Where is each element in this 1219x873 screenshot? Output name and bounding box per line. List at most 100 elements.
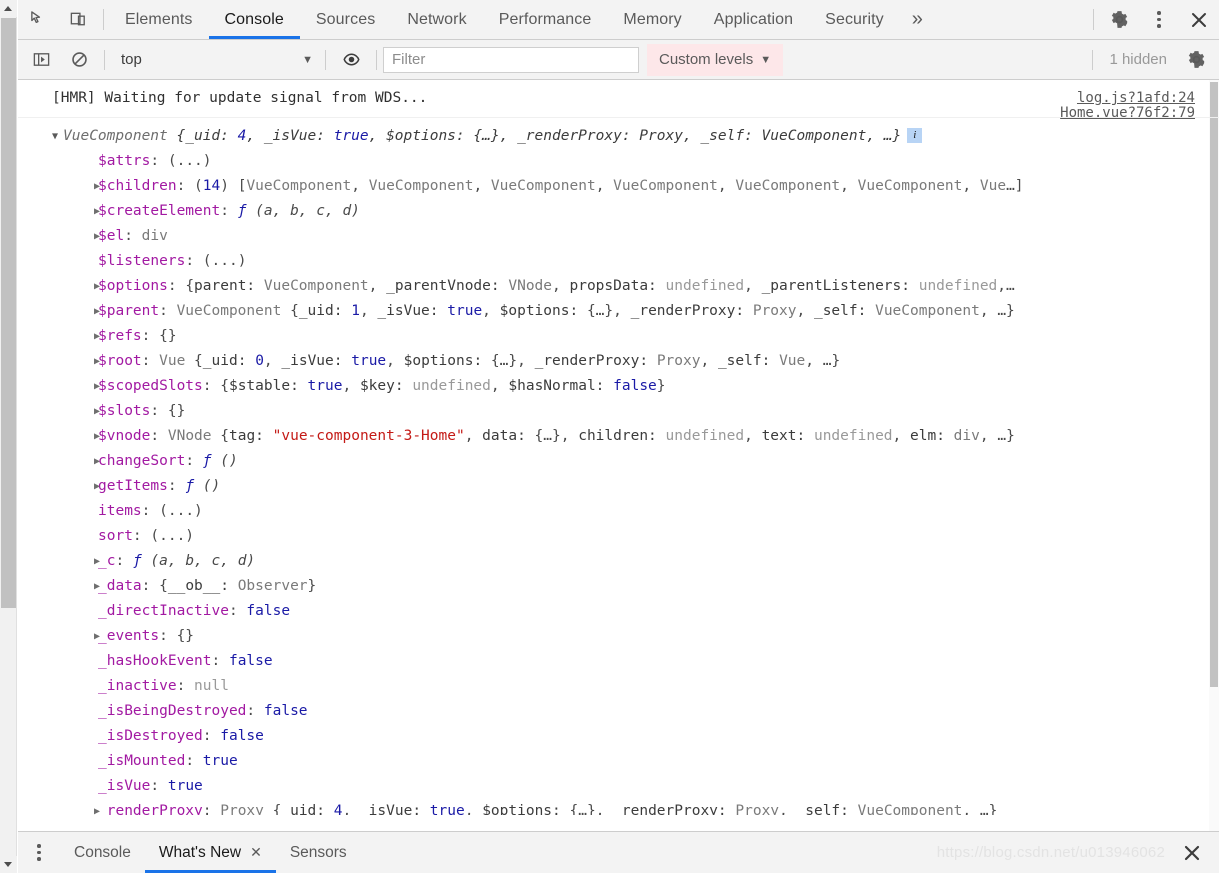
console-settings-gear-icon[interactable]	[1177, 41, 1215, 79]
property-row-c[interactable]: ▶ _c: ƒ (a, b, c, d)	[18, 549, 1219, 574]
property-colon: :	[167, 478, 186, 494]
live-expression-icon[interactable]	[332, 41, 370, 79]
expand-arrow-icon[interactable]: ▶	[94, 349, 105, 374]
tab-network[interactable]: Network	[391, 0, 482, 39]
watermark-text: https://blog.csdn.net/u013946062	[936, 844, 1165, 861]
page-scrollbar-down-arrow[interactable]	[0, 856, 17, 873]
expand-arrow-icon[interactable]: ▶	[94, 399, 105, 424]
hidden-messages-count[interactable]: 1 hidden	[1099, 51, 1177, 68]
expand-arrow-icon[interactable]: ▶	[94, 449, 105, 474]
property-name: getItems	[98, 478, 168, 494]
property-colon: :	[141, 503, 160, 519]
property-row-scopedSlots[interactable]: ▶ $scopedSlots: {$stable: true, $key: und…	[18, 374, 1219, 399]
property-row-el[interactable]: ▶ $el: div	[18, 224, 1219, 249]
drawer-tab-whats-new[interactable]: What's New ✕	[144, 832, 276, 873]
expand-arrow-icon[interactable]: ▶	[94, 224, 105, 249]
object-constructor-name: VueComponent	[63, 128, 168, 144]
expand-arrow-icon[interactable]: ▶	[94, 549, 105, 574]
expand-arrow-icon[interactable]: ▶	[94, 799, 105, 815]
expand-arrow-icon[interactable]: ▶	[94, 174, 105, 199]
tab-performance[interactable]: Performance	[483, 0, 608, 39]
tab-console[interactable]: Console	[208, 0, 301, 39]
hdr-v2: {…}	[473, 128, 500, 144]
expand-arrow-icon[interactable]: ▶	[94, 474, 105, 499]
property-row-slots[interactable]: ▶ $slots: {}	[18, 399, 1219, 424]
property-row-hasHookEvent[interactable]: ▶_hasHookEvent: false	[18, 649, 1219, 674]
console-sidebar-icon[interactable]	[22, 41, 60, 79]
console-message-list[interactable]: [HMR] Waiting for update signal from WDS…	[18, 80, 1219, 831]
property-colon: :	[220, 203, 238, 219]
expand-arrow-icon[interactable]: ▼	[52, 124, 63, 149]
kebab-menu-icon[interactable]	[1139, 0, 1179, 39]
expand-arrow-icon[interactable]: ▶	[94, 299, 105, 324]
object-header-row[interactable]: Home.vue?76f2:79 ▼ VueComponent {_uid: 4,…	[18, 105, 1219, 149]
expand-arrow-icon[interactable]: ▶	[94, 574, 105, 599]
tab-security[interactable]: Security	[809, 0, 900, 39]
property-value: Proxy {_uid: 4, _isVue: true, $options: …	[220, 803, 998, 815]
property-row-listeners[interactable]: ▶$listeners: (...)	[18, 249, 1219, 274]
filter-input[interactable]	[383, 46, 639, 73]
log-levels-dropdown[interactable]: Custom levels ▼	[647, 43, 784, 76]
tab-memory[interactable]: Memory	[607, 0, 697, 39]
expand-arrow-icon[interactable]: ▶	[94, 324, 105, 349]
property-row-sort[interactable]: ▶sort: (...)	[18, 524, 1219, 549]
property-row-children[interactable]: ▶ $children: (14) [VueComponent, VueCompo…	[18, 174, 1219, 199]
page-scrollbar-thumb[interactable]	[1, 18, 16, 608]
info-badge-icon[interactable]: i	[907, 128, 923, 143]
clear-console-icon[interactable]	[60, 41, 98, 79]
gear-icon[interactable]	[1099, 0, 1139, 39]
property-value: {}	[176, 628, 195, 644]
tab-sources[interactable]: Sources	[300, 0, 391, 39]
page-scrollbar-up-arrow[interactable]	[0, 0, 17, 17]
filterbar-divider-4	[1092, 49, 1094, 70]
property-row-createElement[interactable]: ▶ $createElement: ƒ (a, b, c, d)	[18, 199, 1219, 224]
property-row-vnode[interactable]: ▶ $vnode: VNode {tag: "vue-component-3-Ho…	[18, 424, 1219, 449]
console-message-hmr[interactable]: [HMR] Waiting for update signal from WDS…	[18, 80, 1219, 118]
expand-arrow-icon[interactable]: ▶	[94, 199, 105, 224]
expand-arrow-icon[interactable]: ▶	[94, 424, 105, 449]
page-scrollbar[interactable]	[0, 0, 17, 873]
property-value: {__ob__: Observer}	[159, 578, 317, 594]
more-tabs-chevron-icon[interactable]: »	[900, 0, 935, 39]
drawer-tab-console[interactable]: Console	[60, 832, 145, 873]
device-toolbar-icon[interactable]	[58, 0, 98, 39]
property-colon: :	[150, 153, 168, 169]
inspect-cursor-icon[interactable]	[18, 0, 58, 39]
property-colon: :	[185, 253, 203, 269]
object-source-link[interactable]: Home.vue?76f2:79	[1060, 101, 1195, 126]
property-row-getItems[interactable]: ▶ getItems: ƒ ()	[18, 474, 1219, 499]
property-row-isBeingDestroyed[interactable]: ▶_isBeingDestroyed: false	[18, 699, 1219, 724]
property-row-events[interactable]: ▶ _events: {}	[18, 624, 1219, 649]
expand-arrow-icon[interactable]: ▶	[94, 374, 105, 399]
more-tabs-label: »	[911, 8, 923, 30]
property-row-renderProxy[interactable]: ▶ _renderProxy: Proxy {_uid: 4, _isVue: t…	[18, 799, 1219, 815]
property-row-items[interactable]: ▶items: (...)	[18, 499, 1219, 524]
tab-application[interactable]: Application	[698, 0, 809, 39]
property-row-isVue[interactable]: ▶_isVue: true	[18, 774, 1219, 799]
property-row-isDestroyed[interactable]: ▶_isDestroyed: false	[18, 724, 1219, 749]
property-row-inactive[interactable]: ▶_inactive: null	[18, 674, 1219, 699]
property-name: $options	[98, 278, 168, 294]
expand-arrow-icon[interactable]: ▶	[94, 274, 105, 299]
property-row-options[interactable]: ▶ $options: {parent: VueComponent, _paren…	[18, 274, 1219, 299]
property-row-root[interactable]: ▶ $root: Vue {_uid: 0, _isVue: true, $opt…	[18, 349, 1219, 374]
drawer-close-icon[interactable]	[1171, 843, 1213, 863]
property-row-attrs[interactable]: ▶$attrs: (...)	[18, 149, 1219, 174]
execution-context-select[interactable]: top ▼	[111, 47, 319, 73]
drawer-tab-sensors[interactable]: Sensors	[276, 832, 361, 873]
property-row-parent[interactable]: ▶ $parent: VueComponent {_uid: 1, _isVue:…	[18, 299, 1219, 324]
tab-elements[interactable]: Elements	[109, 0, 209, 39]
drawer-kebab-menu-icon[interactable]	[18, 832, 60, 873]
property-row-isMounted[interactable]: ▶_isMounted: true	[18, 749, 1219, 774]
hdr-k3: _renderProxy	[517, 128, 622, 144]
property-value: false	[263, 703, 308, 719]
property-row-changeSort[interactable]: ▶ changeSort: ƒ ()	[18, 449, 1219, 474]
property-value: div	[141, 228, 168, 244]
property-row-data[interactable]: ▶ _data: {__ob__: Observer}	[18, 574, 1219, 599]
close-icon[interactable]	[1179, 0, 1219, 39]
property-row-refs[interactable]: ▶ $refs: {}	[18, 324, 1219, 349]
property-row-directInactive[interactable]: ▶_directInactive: false	[18, 599, 1219, 624]
property-value: {$stable: true, $key: undefined, $hasNor…	[220, 378, 666, 394]
expand-arrow-icon[interactable]: ▶	[94, 624, 105, 649]
close-icon[interactable]: ✕	[250, 844, 262, 861]
